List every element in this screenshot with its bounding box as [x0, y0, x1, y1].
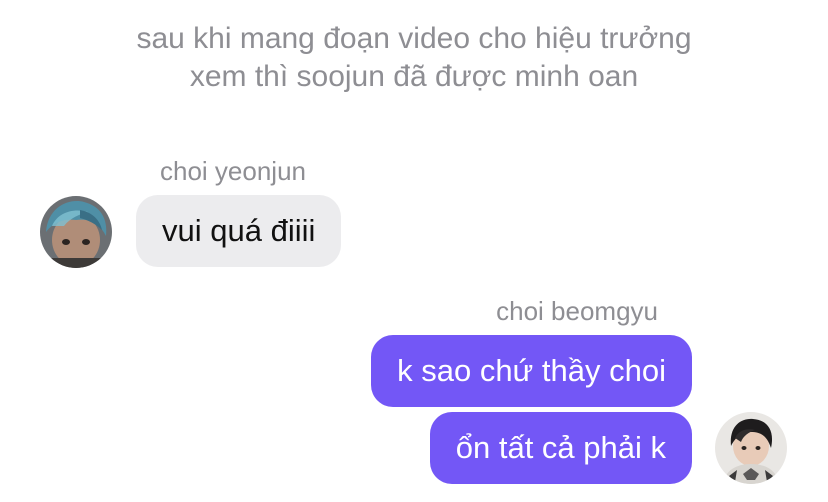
- narration-line-2: xem thì soojun đã được minh oan: [189, 60, 639, 93]
- message-bubble-outgoing[interactable]: ổn tất cả phải k: [429, 412, 692, 484]
- avatar-photo-icon: [715, 412, 787, 484]
- sender-name-beomgyu: choi beomgyu: [496, 296, 658, 326]
- narration-line-1: sau khi mang đoạn video cho hiệu trưởng: [136, 22, 692, 55]
- narration-text: sau khi mang đoạn video cho hiệu trưởng …: [0, 20, 828, 96]
- message-bubble-incoming[interactable]: vui quá điiii: [136, 195, 342, 267]
- avatar-yeonjun[interactable]: [40, 196, 112, 268]
- sender-name-yeonjun: choi yeonjun: [160, 156, 306, 186]
- message-bubble-outgoing[interactable]: k sao chứ thầy choi: [371, 335, 692, 407]
- avatar-beomgyu[interactable]: [715, 412, 787, 484]
- avatar-photo-icon: [40, 196, 112, 268]
